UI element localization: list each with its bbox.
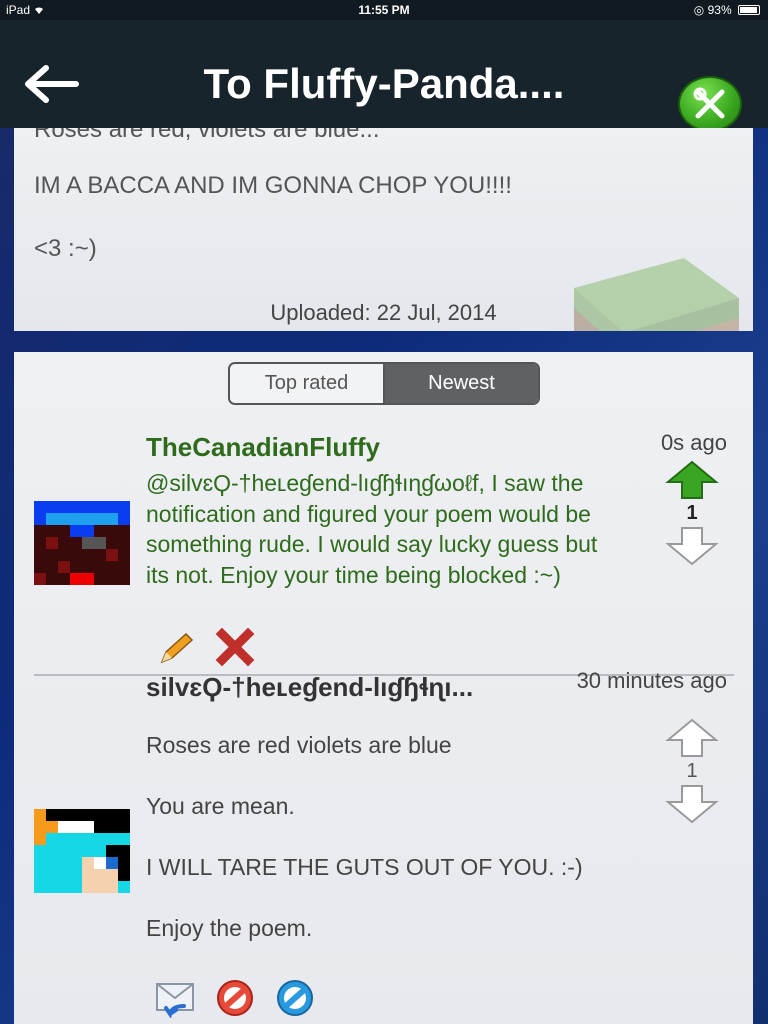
pencil-icon[interactable] xyxy=(154,628,196,668)
upvote-arrow-icon[interactable] xyxy=(664,718,720,758)
delete-x-icon[interactable] xyxy=(214,628,256,668)
orientation-lock-icon: ◎ xyxy=(693,3,705,17)
vote-control: 1 xyxy=(664,718,720,824)
avatar xyxy=(34,809,130,893)
back-button[interactable] xyxy=(24,64,84,104)
status-bar: iPad 11:55 PM ◎ 93% xyxy=(0,0,768,20)
comment-item: TheCanadianFluffy 0s ago @silvɛϘ-†heʟeɠe… xyxy=(14,430,753,672)
post-cut-line: Roses are red, violets are blue... xyxy=(34,128,380,143)
comments-card: Top rated Newest TheCanadianFluffy 0s ag… xyxy=(14,352,753,1024)
report-icon[interactable] xyxy=(274,978,316,1018)
post-line-2: <3 :~) xyxy=(34,235,97,262)
comment-author[interactable]: silvɛϘ-†heʟeɠend-lıɠɧɬɳı... xyxy=(146,672,473,703)
post-card: Roses are red, violets are blue... IM A … xyxy=(14,128,753,331)
comment-actions xyxy=(154,978,316,1018)
downvote-arrow-icon[interactable] xyxy=(664,784,720,824)
vote-control: 1 xyxy=(664,460,720,566)
tools-button[interactable] xyxy=(678,76,742,132)
reply-mail-icon[interactable] xyxy=(154,978,196,1018)
status-right: ◎ 93% xyxy=(694,3,760,17)
comment-time: 0s ago xyxy=(660,430,727,455)
block-icon[interactable] xyxy=(214,978,256,1018)
page-title: To Fluffy-Panda.... xyxy=(203,60,565,107)
comment-text: @silvɛϘ-†heʟeɠend-lıɠɧɬıɳɠωoℓf, I saw th… xyxy=(146,470,598,588)
tools-icon xyxy=(693,87,725,119)
battery-percent: 93% xyxy=(707,3,732,17)
post-line-1: IM A BACCA AND IM GONNA CHOP YOU!!!! xyxy=(34,172,512,199)
tab-top-rated[interactable]: Top rated xyxy=(230,364,383,403)
battery-icon xyxy=(738,5,760,15)
comment-text: Roses are red violets are blue You are m… xyxy=(146,732,583,941)
vote-count: 1 xyxy=(686,502,698,524)
comment-time: 30 minutes ago xyxy=(576,668,727,693)
comment-author[interactable]: TheCanadianFluffy xyxy=(146,432,380,463)
comment-item: silvɛϘ-†heʟeɠend-lıɠɧɬɳı... 30 minutes a… xyxy=(14,668,753,1022)
sort-segmented-control: Top rated Newest xyxy=(228,362,540,405)
uploaded-date: Uploaded: 22 Jul, 2014 xyxy=(270,300,497,325)
left-arrow-icon xyxy=(25,65,79,103)
nav-bar: To Fluffy-Panda.... xyxy=(0,20,768,132)
upvote-arrow-icon[interactable] xyxy=(664,460,720,500)
vote-count: 1 xyxy=(686,760,698,782)
downvote-arrow-icon[interactable] xyxy=(664,526,720,566)
avatar xyxy=(34,501,130,585)
tab-newest[interactable]: Newest xyxy=(383,364,538,403)
comment-actions xyxy=(154,628,256,668)
status-time: 11:55 PM xyxy=(358,3,410,17)
